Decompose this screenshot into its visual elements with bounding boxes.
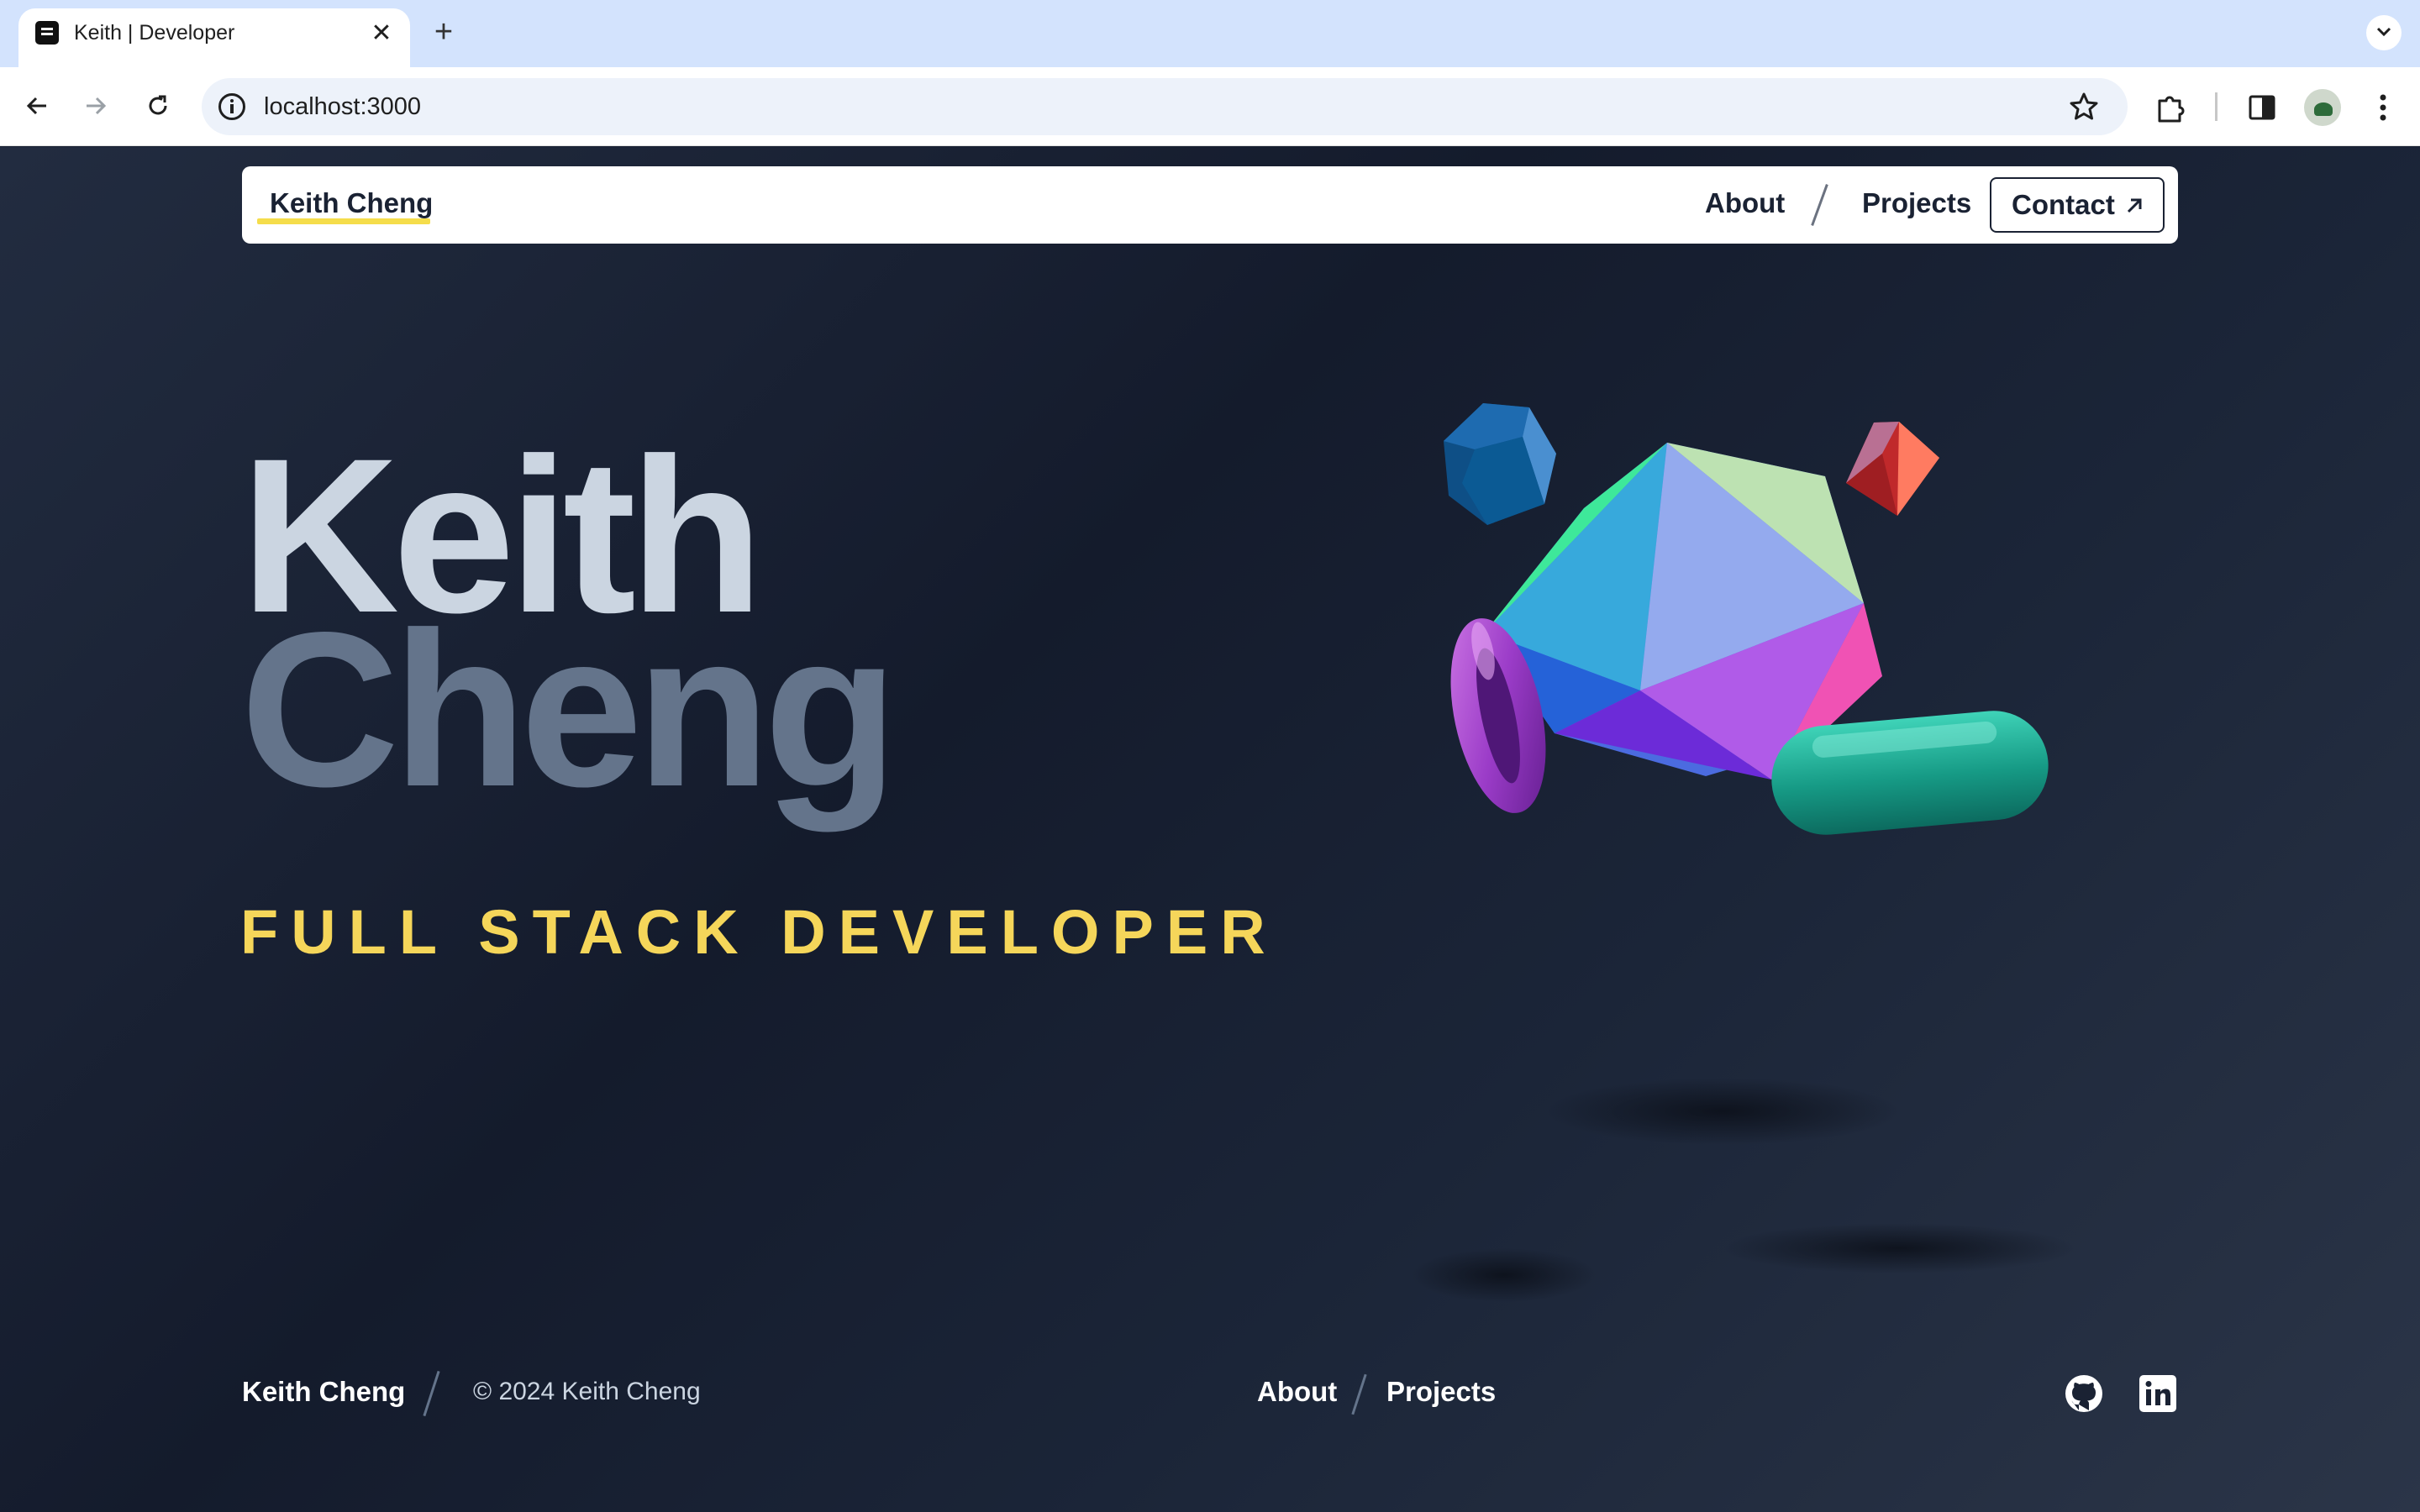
footer-projects-link[interactable]: Projects bbox=[1386, 1375, 1496, 1409]
footer-copyright: © 2024 Keith Cheng bbox=[473, 1378, 701, 1405]
site-header: Keith Cheng About Projects Contact bbox=[242, 166, 2178, 244]
linkedin-icon[interactable] bbox=[2138, 1373, 2178, 1414]
favicon-icon bbox=[35, 21, 59, 45]
hero-role: FULL STACK DEVELOPER bbox=[240, 897, 1278, 967]
bookmark-star-icon[interactable] bbox=[2067, 90, 2101, 123]
chevron-down-icon bbox=[2376, 27, 2391, 37]
tab-search-button[interactable] bbox=[2366, 15, 2402, 50]
page-content: Keith Cheng About Projects Contact Keith… bbox=[0, 147, 2420, 1512]
forward-button[interactable] bbox=[76, 86, 116, 126]
brand-link[interactable]: Keith Cheng bbox=[270, 186, 433, 220]
nav-about-link[interactable]: About bbox=[1705, 186, 1785, 220]
3d-shapes-illustration bbox=[1412, 403, 2075, 1302]
side-panel-icon[interactable] bbox=[2244, 89, 2281, 126]
nav-projects-link[interactable]: Projects bbox=[1862, 186, 1971, 220]
reload-button[interactable] bbox=[138, 86, 178, 126]
shape-shadow bbox=[1412, 1248, 1597, 1302]
browser-tabstrip: Keith | Developer ✕ + bbox=[0, 0, 2420, 76]
arrow-right-icon bbox=[87, 97, 107, 115]
github-icon[interactable] bbox=[2064, 1373, 2104, 1414]
nav-divider bbox=[1811, 184, 1828, 226]
reload-icon bbox=[149, 95, 167, 115]
site-info-icon[interactable] bbox=[218, 93, 245, 120]
arrow-up-right-icon bbox=[2127, 198, 2142, 213]
tab-title: Keith | Developer bbox=[74, 21, 235, 45]
footer-divider bbox=[423, 1370, 440, 1417]
footer-about-link[interactable]: About bbox=[1257, 1375, 1337, 1409]
browser-tab[interactable]: Keith | Developer ✕ bbox=[18, 8, 410, 76]
extensions-icon[interactable] bbox=[2153, 89, 2190, 126]
arrow-left-icon bbox=[26, 97, 46, 115]
url-text[interactable]: localhost:3000 bbox=[264, 92, 421, 122]
site-footer: Keith Cheng © 2024 Keith Cheng About Pro… bbox=[0, 1353, 2420, 1437]
profile-avatar[interactable] bbox=[2304, 89, 2341, 126]
shape-shadow bbox=[1723, 1223, 2075, 1273]
footer-brand[interactable]: Keith Cheng bbox=[242, 1375, 405, 1409]
new-tab-button[interactable]: + bbox=[427, 15, 460, 49]
hero-last-name: Cheng bbox=[240, 586, 898, 832]
dodecahedron-shape bbox=[1444, 403, 1556, 525]
address-bar[interactable]: localhost:3000 bbox=[202, 78, 2128, 135]
footer-divider bbox=[1351, 1373, 1367, 1415]
toolbar-separator bbox=[2215, 92, 2217, 121]
more-menu-icon[interactable] bbox=[2368, 89, 2398, 126]
contact-label: Contact bbox=[2012, 189, 2115, 220]
browser-toolbar: localhost:3000 bbox=[0, 67, 2420, 146]
tab-close-button[interactable]: ✕ bbox=[365, 17, 398, 50]
contact-button[interactable]: Contact bbox=[1990, 177, 2165, 233]
back-button[interactable] bbox=[17, 86, 57, 126]
shape-shadow bbox=[1546, 1078, 1899, 1145]
